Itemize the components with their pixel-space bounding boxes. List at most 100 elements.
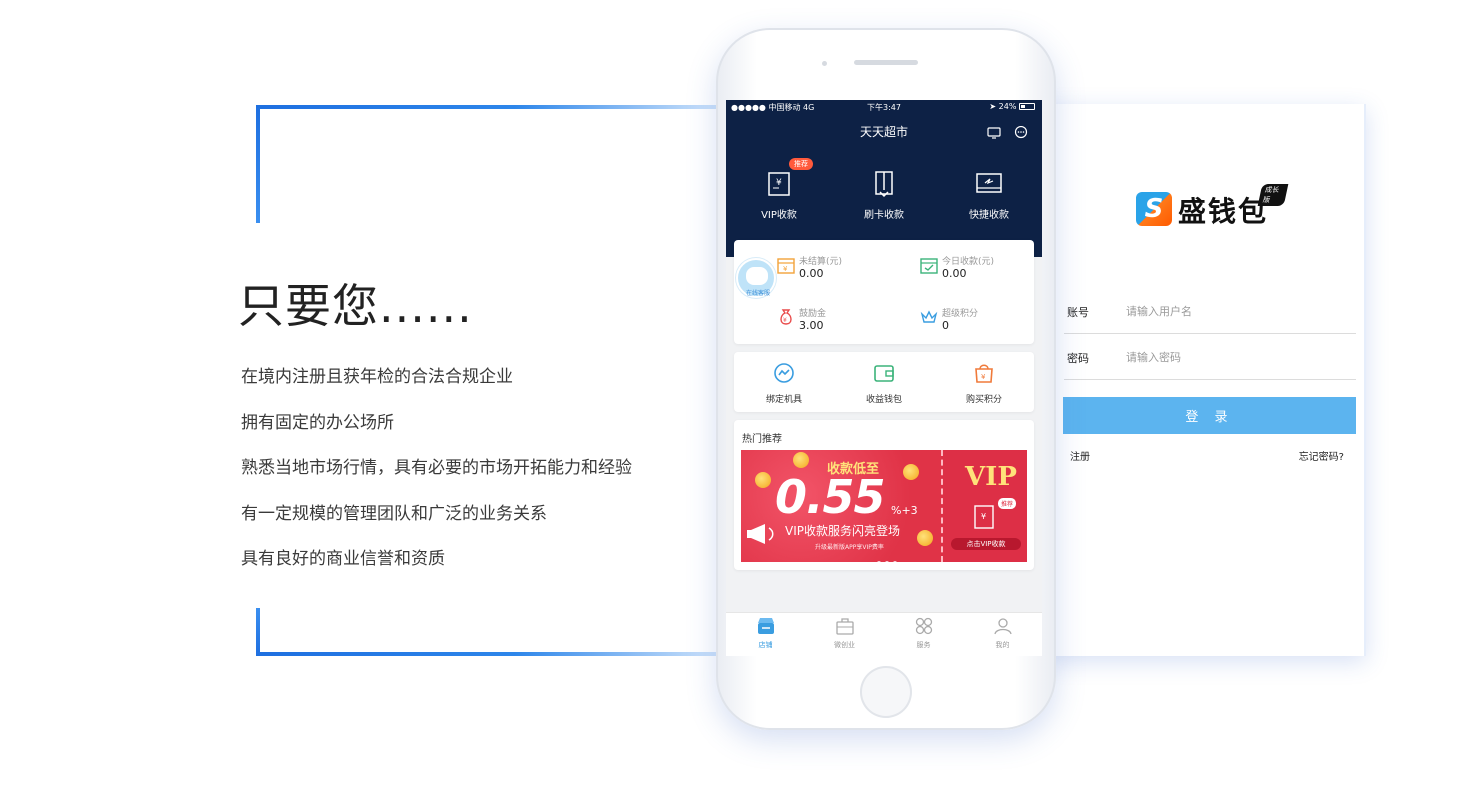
brand-logo: S 盛钱包 成长版 bbox=[1136, 184, 1289, 230]
coin-icon bbox=[793, 452, 809, 468]
svg-text:¥: ¥ bbox=[981, 512, 986, 521]
bracket-bottom-line bbox=[256, 652, 726, 656]
calendar-check-icon bbox=[920, 258, 938, 274]
tool-wallet[interactable]: 收益钱包 bbox=[834, 362, 934, 405]
coin-icon bbox=[755, 472, 771, 488]
tab-store[interactable]: 店铺 bbox=[726, 617, 805, 650]
hot-recommend-card: 热门推荐 收款低至 0.55 %+3 VIP收款服务闪亮登场 升级最新版APP享… bbox=[734, 420, 1034, 570]
tab-mine[interactable]: 我的 bbox=[963, 617, 1042, 650]
stat-points[interactable]: 超级积分 0 bbox=[920, 306, 1042, 336]
customer-service-avatar[interactable]: 在线客服 bbox=[736, 258, 776, 298]
phone-mockup: ●●●●● 中国移动 4G 下午3:47 ➤ 24% 天天超市 推荐 ¥ VIP… bbox=[716, 28, 1056, 730]
monitor-icon[interactable] bbox=[987, 124, 1001, 143]
login-card: S 盛钱包 成长版 账号 密码 登 录 注册 忘记密码? bbox=[1044, 104, 1366, 656]
mascot-icon bbox=[746, 267, 768, 285]
calendar-yen-icon: ¥ bbox=[777, 258, 795, 274]
coin-icon bbox=[917, 530, 933, 546]
requirement-item: 具有良好的商业信誉和资质 bbox=[241, 549, 445, 569]
vip-receipt-icon: ¥ bbox=[974, 505, 994, 529]
phone-speaker bbox=[854, 60, 918, 65]
headline: 只要您...... bbox=[238, 279, 473, 333]
svg-text:¥: ¥ bbox=[783, 265, 788, 273]
bracket-top-line bbox=[256, 105, 726, 109]
avatar-caption: 在线客服 bbox=[745, 290, 770, 297]
login-button[interactable]: 登 录 bbox=[1063, 397, 1356, 434]
logo-badge: 成长版 bbox=[1257, 184, 1289, 206]
register-link[interactable]: 注册 bbox=[1070, 448, 1090, 463]
stat-bonus[interactable]: ¥ 鼓励金 3.00 bbox=[777, 306, 907, 336]
megaphone-icon bbox=[747, 524, 774, 544]
svg-text:¥: ¥ bbox=[776, 178, 782, 188]
tab-bar: 店铺 微创业 服务 我的 bbox=[726, 612, 1042, 656]
chat-icon[interactable] bbox=[1014, 124, 1028, 143]
user-icon bbox=[993, 618, 1012, 635]
tab-service[interactable]: 服务 bbox=[884, 617, 963, 650]
crown-icon bbox=[920, 310, 938, 323]
banner-small-text: 升级最新版APP享VIP费率 bbox=[815, 544, 884, 551]
banner-subtitle: VIP收款服务闪亮登场 bbox=[785, 524, 900, 538]
quick-action-card[interactable]: 刷卡收款 bbox=[834, 170, 934, 221]
banner-vip-text: VIP bbox=[965, 462, 1017, 492]
clock-text: 下午3:47 bbox=[867, 103, 901, 112]
carousel-dots[interactable] bbox=[877, 550, 901, 562]
logo-text: 盛钱包 bbox=[1178, 195, 1269, 228]
quick-action-label: 刷卡收款 bbox=[864, 210, 904, 221]
grid-icon bbox=[915, 617, 932, 635]
quick-action-label: 快捷收款 bbox=[969, 210, 1009, 221]
password-input[interactable] bbox=[1126, 346, 1346, 368]
stats-card: 在线客服 ¥ 未结算(元) 0.00 今日收款(元) 0.00 ¥ 鼓励金 3.… bbox=[734, 240, 1034, 344]
quick-action-label: VIP收款 bbox=[761, 210, 797, 221]
header-area: ●●●●● 中国移动 4G 下午3:47 ➤ 24% 天天超市 推荐 ¥ VIP… bbox=[726, 100, 1042, 257]
svg-text:¥: ¥ bbox=[981, 373, 986, 381]
stat-today[interactable]: 今日收款(元) 0.00 bbox=[920, 254, 1042, 284]
carrier-text: ●●●●● 中国移动 4G bbox=[731, 103, 815, 112]
stat-unsettled[interactable]: ¥ 未结算(元) 0.00 bbox=[777, 254, 907, 284]
password-field: 密码 bbox=[1064, 336, 1356, 380]
status-bar: ●●●●● 中国移动 4G 下午3:47 ➤ 24% bbox=[731, 102, 1037, 114]
requirements-list: 在境内注册且获年检的合法合规企业 拥有固定的办公场所 熟悉当地市场行情，具有必要… bbox=[241, 366, 632, 594]
forgot-password-link[interactable]: 忘记密码? bbox=[1299, 448, 1344, 463]
tab-startup[interactable]: 微创业 bbox=[805, 617, 884, 650]
card-swipe-icon bbox=[875, 171, 893, 198]
banner-main: 收款低至 0.55 %+3 VIP收款服务闪亮登场 升级最新版APP享VIP费率 bbox=[741, 450, 941, 562]
logo-mark: S bbox=[1136, 192, 1172, 226]
banner-rate: 0.55 bbox=[775, 470, 885, 524]
link-icon bbox=[774, 363, 794, 383]
wallet-icon bbox=[874, 365, 894, 382]
bracket-top-vertical bbox=[256, 105, 260, 223]
promo-banner[interactable]: 收款低至 0.55 %+3 VIP收款服务闪亮登场 升级最新版APP享VIP费率… bbox=[741, 450, 1027, 562]
vip-receipt-icon: ¥ bbox=[768, 172, 790, 196]
quick-pay-icon bbox=[976, 173, 1002, 193]
quick-action-vip[interactable]: 推荐 ¥ VIP收款 bbox=[729, 158, 829, 221]
home-button[interactable] bbox=[860, 666, 912, 718]
requirement-item: 在境内注册且获年检的合法合规企业 bbox=[241, 367, 513, 387]
banner-vip-panel: VIP 推荐 ¥ 点击VIP收款 bbox=[941, 450, 1027, 562]
tool-buy-points[interactable]: ¥ 购买积分 bbox=[934, 362, 1034, 405]
page: 只要您...... 在境内注册且获年检的合法合规企业 拥有固定的办公场所 熟悉当… bbox=[0, 0, 1466, 800]
quick-action-fast[interactable]: 快捷收款 bbox=[939, 170, 1039, 221]
location-icon: ➤ bbox=[989, 102, 997, 111]
battery-status: ➤ 24% bbox=[989, 102, 1035, 111]
username-input[interactable] bbox=[1126, 300, 1346, 322]
tools-card: 绑定机具 收益钱包 ¥ 购买积分 bbox=[734, 352, 1034, 412]
coin-icon bbox=[903, 464, 919, 480]
briefcase-icon bbox=[835, 618, 854, 635]
phone-screen: ●●●●● 中国移动 4G 下午3:47 ➤ 24% 天天超市 推荐 ¥ VIP… bbox=[726, 100, 1042, 656]
shopping-bag-icon: ¥ bbox=[975, 364, 993, 383]
recommend-badge: 推荐 bbox=[789, 158, 813, 170]
requirement-item: 拥有固定的办公场所 bbox=[241, 412, 394, 433]
tool-bind-device[interactable]: 绑定机具 bbox=[734, 362, 834, 405]
battery-icon bbox=[1019, 103, 1035, 110]
banner-rate-suffix: %+3 bbox=[891, 504, 918, 517]
banner-vip-badge: 推荐 bbox=[998, 498, 1017, 509]
username-label: 账号 bbox=[1067, 306, 1089, 319]
password-label: 密码 bbox=[1067, 352, 1089, 365]
store-icon bbox=[757, 618, 774, 634]
requirement-item: 有一定规模的管理团队和广泛的业务关系 bbox=[241, 503, 547, 524]
header-icons bbox=[979, 124, 1028, 143]
username-field: 账号 bbox=[1064, 290, 1356, 334]
money-bag-icon: ¥ bbox=[780, 309, 792, 325]
phone-camera bbox=[822, 61, 827, 66]
hot-recommend-title: 热门推荐 bbox=[742, 434, 782, 445]
banner-vip-button[interactable]: 点击VIP收款 bbox=[951, 538, 1021, 550]
